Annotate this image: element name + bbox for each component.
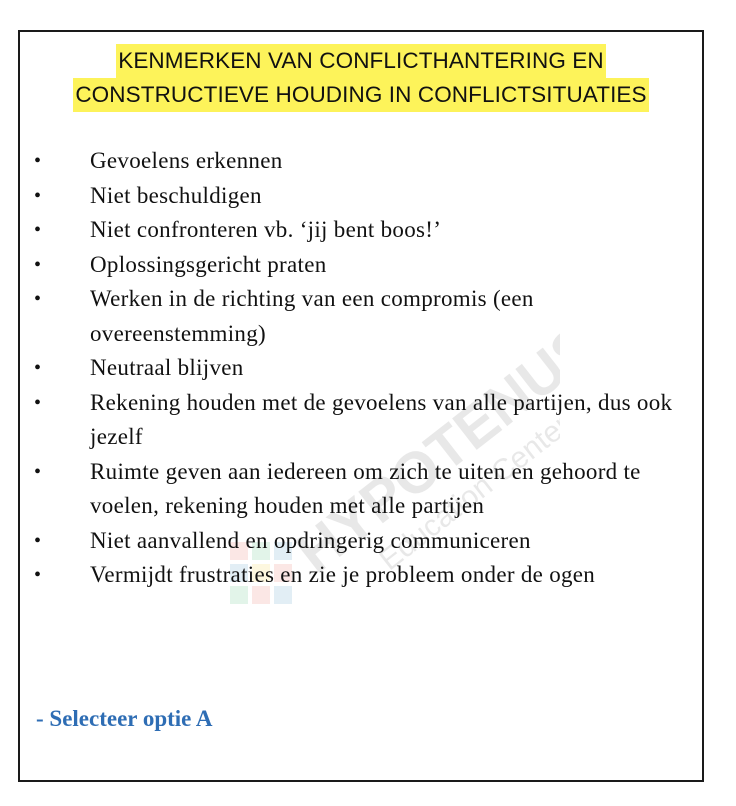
- list-item: • Niet beschuldigen: [20, 179, 702, 214]
- list-item-text: Werken in de richting van een compromis …: [90, 286, 534, 346]
- list-item: • Rekening houden met de gevoelens van al…: [20, 386, 702, 455]
- list-item: • Oplossingsgericht praten: [20, 248, 702, 283]
- list-item: • Werken in de richting van een compromis…: [20, 282, 702, 351]
- bullet-icon: •: [34, 564, 42, 586]
- characteristics-list: • Gevoelens erkennen • Niet beschuldigen •…: [20, 144, 702, 593]
- list-item-text: Niet aanvallend en opdringerig communice…: [90, 527, 531, 553]
- list-item-text: Niet beschuldigen: [90, 182, 262, 208]
- list-item: • Vermijdt frustraties en zie je probleem…: [20, 558, 702, 593]
- answer-text: - Selecteer optie A: [36, 706, 213, 731]
- bullet-icon: •: [34, 219, 42, 241]
- list-item: • Gevoelens erkennen: [20, 144, 702, 179]
- list-item-text: Gevoelens erkennen: [90, 148, 283, 173]
- list-item-text: Ruimte geven aan iedereen om zich te uit…: [90, 458, 641, 519]
- list-item: • Neutraal blijven: [20, 351, 702, 386]
- bullet-icon: •: [34, 529, 42, 552]
- title-block: KENMERKEN VAN CONFLICTHANTERING EN CONST…: [20, 44, 702, 112]
- list-item-text: Rekening houden met de gevoelens van all…: [90, 389, 673, 450]
- list-item-text: Neutraal blijven: [90, 355, 244, 380]
- list-item-text: Oplossingsgericht praten: [90, 251, 327, 277]
- bullet-icon: •: [34, 184, 42, 207]
- bullet-icon: •: [34, 391, 42, 414]
- title-line-1: KENMERKEN VAN CONFLICTHANTERING EN: [116, 44, 606, 78]
- list-item: • Ruimte geven aan iedereen om zich te ui…: [20, 455, 702, 524]
- title-line-2: CONSTRUCTIEVE HOUDING IN CONFLICTSITUATI…: [73, 78, 649, 112]
- bullet-icon: •: [34, 288, 42, 310]
- list-item: • Niet confronteren vb. ‘jij bent boos!’: [20, 213, 702, 248]
- list-item-text: Vermijdt frustraties en zie je probleem …: [90, 562, 596, 587]
- list-item: • Niet aanvallend en opdringerig communic…: [20, 524, 702, 559]
- bullet-icon: •: [34, 253, 42, 276]
- bullet-icon: •: [34, 460, 42, 483]
- bullet-icon: •: [34, 357, 42, 379]
- list-item-text: Niet confronteren vb. ‘jij bent boos!’: [90, 217, 442, 242]
- bullet-icon: •: [34, 150, 42, 172]
- document-frame: KENMERKEN VAN CONFLICTHANTERING EN CONST…: [18, 30, 704, 782]
